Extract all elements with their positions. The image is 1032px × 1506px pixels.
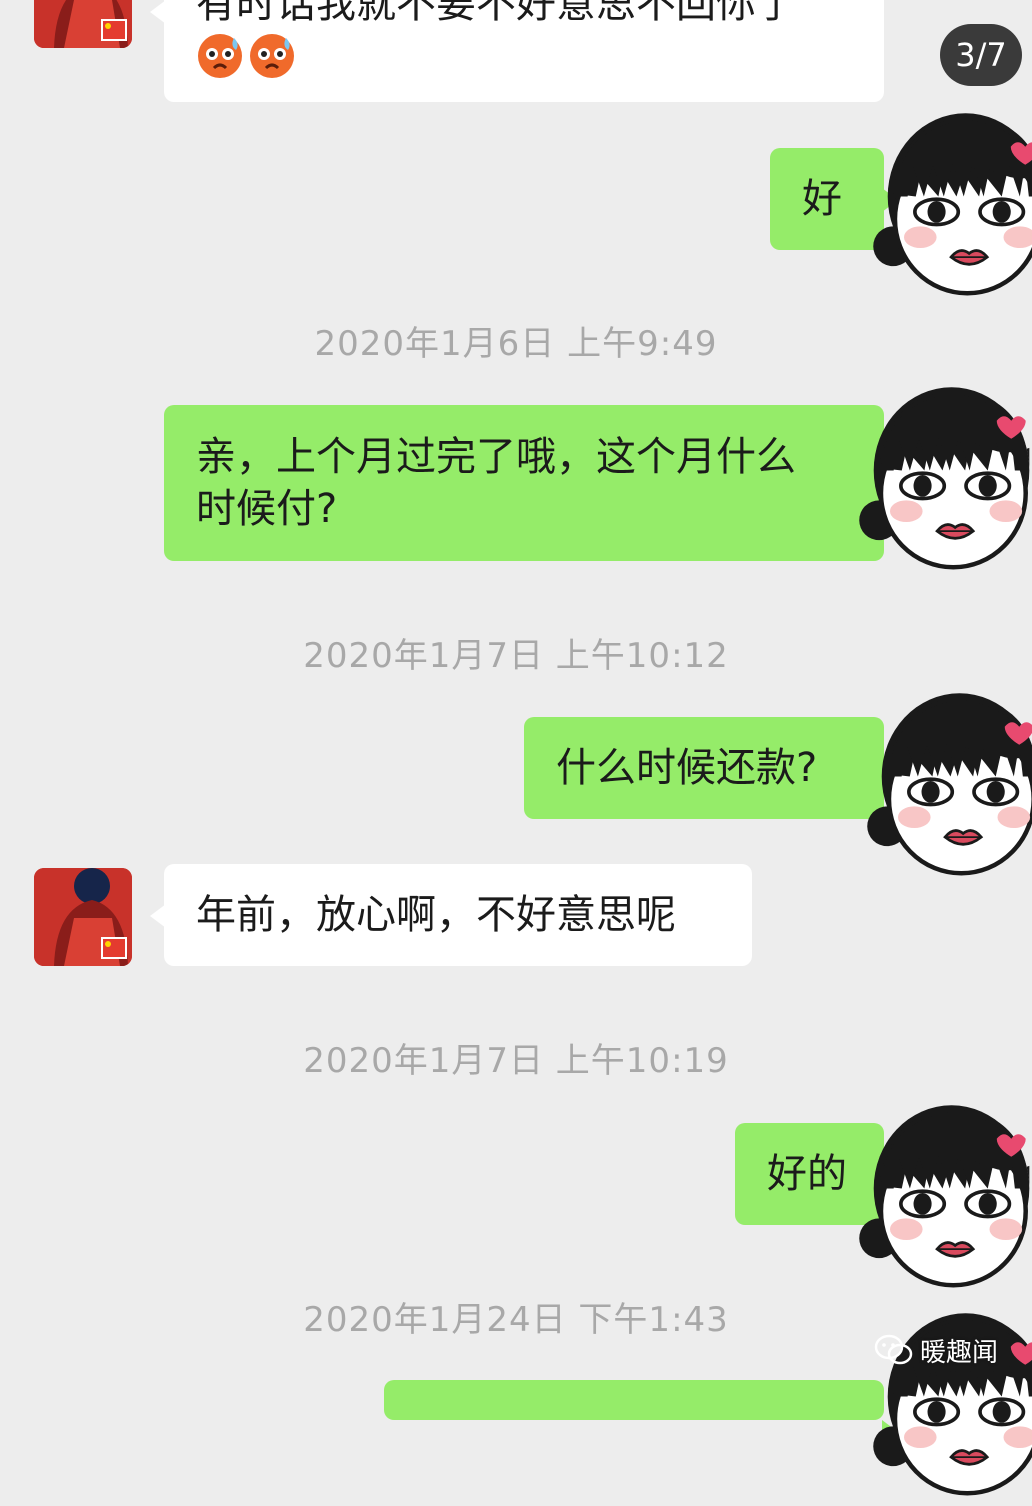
emoji-row [196, 32, 296, 80]
watermark: 暖趣闻 [874, 1328, 998, 1372]
message-text: 好 [802, 176, 842, 222]
message-text: 有时话我就不要不好意思不回你了 [196, 0, 796, 27]
incoming-message[interactable]: 年前，放心啊，不好意思呢 [150, 864, 752, 966]
watermark-text: 暖趣闻 [920, 1337, 999, 1368]
outgoing-message[interactable]: 亲，上个月过完了哦，这个月什么 时候付? [164, 405, 898, 561]
my-avatar[interactable] [866, 96, 1032, 306]
contact-avatar[interactable] [34, 0, 132, 48]
page-indicator: 3/7 [940, 24, 1022, 86]
message-text: 什么时候还款? [556, 745, 818, 791]
incoming-message[interactable]: 有时话我就不要不好意思不回你了 [150, 0, 884, 102]
outgoing-message[interactable]: 什么时候还款? [524, 717, 898, 819]
message-text-line: 时候付? [196, 486, 338, 532]
my-avatar[interactable] [860, 676, 1032, 886]
outgoing-message[interactable] [384, 1380, 898, 1444]
wechat-icon [874, 1334, 913, 1365]
message-text: 年前，放心啊，不好意思呢 [196, 892, 676, 938]
cold-sweat-emoji-icon [198, 34, 242, 78]
timestamp: 2020年1月7日 上午10:19 [303, 1041, 729, 1081]
message-text-line: 亲，上个月过完了哦，这个月什么 [196, 434, 796, 480]
message-text: 好的 [767, 1151, 847, 1197]
timestamp: 2020年1月7日 上午10:12 [303, 636, 729, 676]
my-avatar[interactable] [852, 1088, 1032, 1298]
timestamp: 2020年1月6日 上午9:49 [314, 324, 718, 364]
contact-avatar[interactable] [34, 868, 132, 966]
my-avatar[interactable] [852, 370, 1032, 580]
cold-sweat-emoji-icon [250, 34, 294, 78]
